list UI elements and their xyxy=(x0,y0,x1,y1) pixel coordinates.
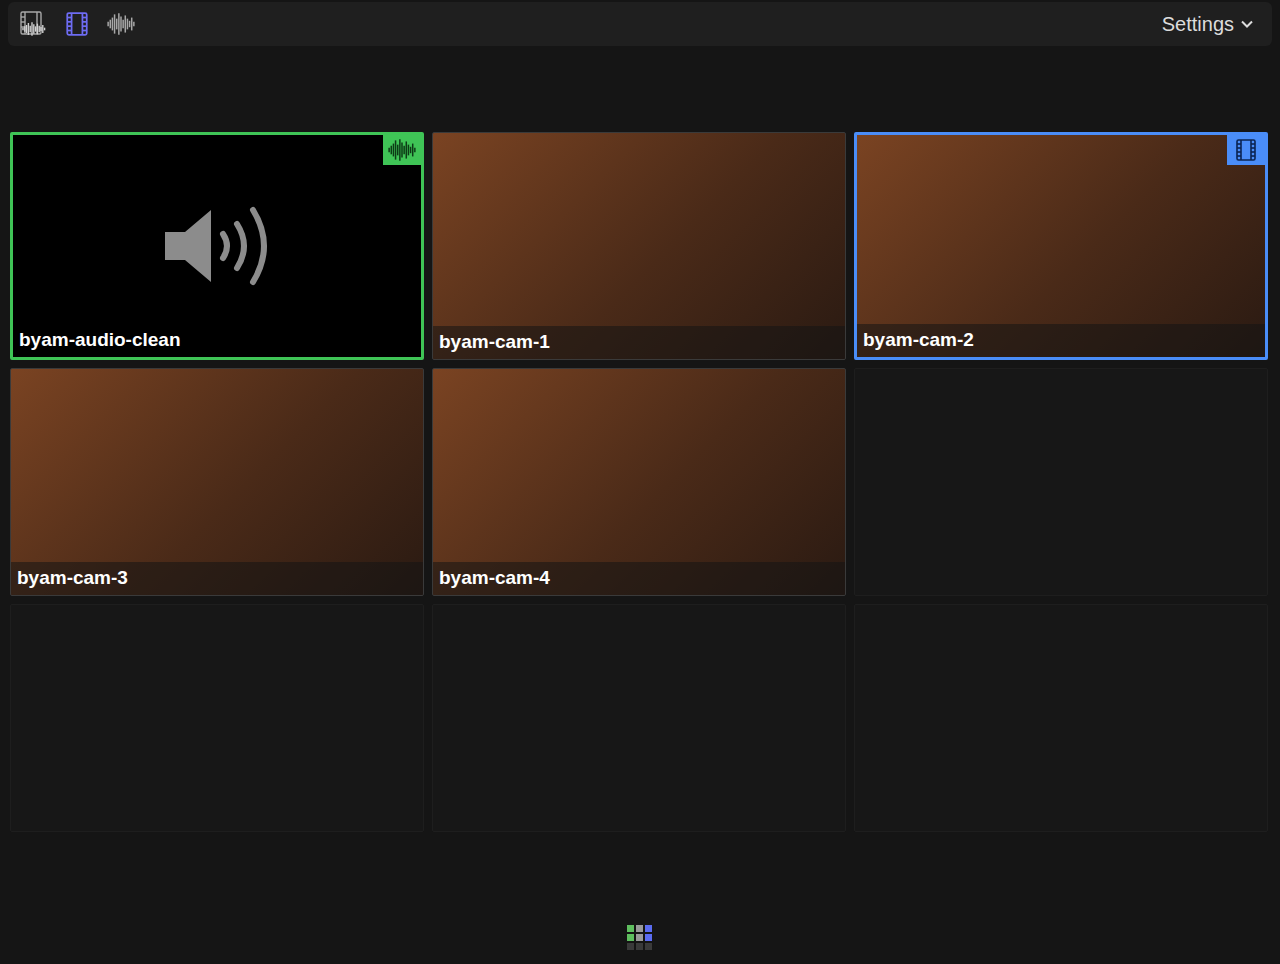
angle-viewer: Settings byam-audio-clean byam-cam-1 byam-c… xyxy=(0,0,1280,964)
empty-angle xyxy=(854,604,1268,832)
angle-label: byam-cam-3 xyxy=(11,562,423,595)
chevron-down-icon xyxy=(1240,17,1254,31)
angle-cell[interactable]: byam-cam-1 xyxy=(432,132,846,360)
waveform-icon xyxy=(387,135,417,165)
switch-mode-group xyxy=(18,9,136,39)
toolbar: Settings xyxy=(8,2,1272,46)
angle-label: byam-cam-4 xyxy=(433,562,845,595)
mode-button[interactable] xyxy=(106,9,136,39)
mode-button[interactable] xyxy=(62,9,92,39)
film-icon xyxy=(1234,138,1258,162)
angle-label: byam-cam-1 xyxy=(433,326,845,359)
video-icon xyxy=(64,11,90,37)
angle-label: byam-cam-2 xyxy=(857,324,1265,357)
speaker-icon xyxy=(161,204,273,288)
audio-video-icon xyxy=(19,10,47,38)
empty-angle xyxy=(10,604,424,832)
empty-angle xyxy=(854,368,1268,596)
angle-cell[interactable]: byam-cam-2 xyxy=(854,132,1268,360)
active-audio-badge xyxy=(383,135,421,165)
mode-button[interactable] xyxy=(18,9,48,39)
audio-icon xyxy=(106,9,136,39)
empty-angle xyxy=(432,604,846,832)
active-video-badge xyxy=(1227,135,1265,165)
angle-cell[interactable]: byam-cam-3 xyxy=(10,368,424,596)
angle-bank-icon[interactable] xyxy=(626,924,654,952)
bank-bar xyxy=(0,832,1280,964)
angle-cell[interactable]: byam-audio-clean xyxy=(10,132,424,360)
angle-cell[interactable]: byam-cam-4 xyxy=(432,368,846,596)
angle-label: byam-audio-clean xyxy=(13,324,421,357)
settings-button[interactable]: Settings xyxy=(1158,9,1258,40)
angle-grid: byam-audio-clean byam-cam-1 byam-cam-2 byam… xyxy=(10,132,1268,832)
